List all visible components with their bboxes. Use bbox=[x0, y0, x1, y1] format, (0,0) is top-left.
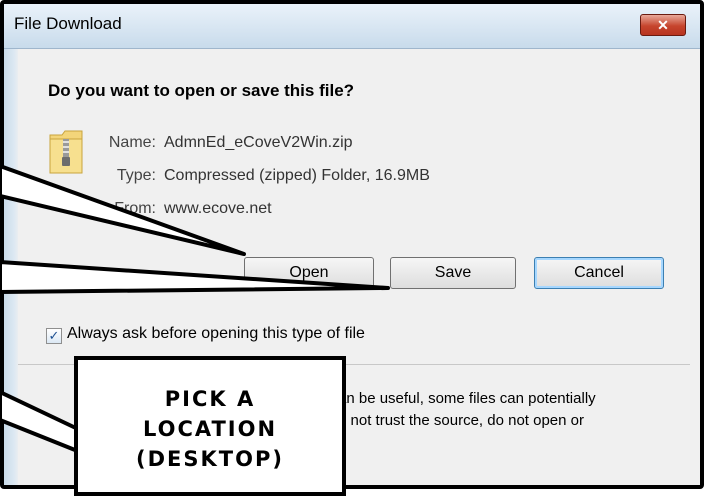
instruction-callout: PICK A LOCATION (DESKTOP) bbox=[74, 356, 346, 496]
callout-line-3: (DESKTOP) bbox=[136, 447, 284, 471]
callout-pointer-open bbox=[0, 164, 246, 256]
callout-pointer-save bbox=[0, 260, 390, 294]
callout-line-1: PICK A bbox=[164, 387, 256, 411]
callout-line-2: LOCATION bbox=[142, 417, 278, 441]
callout-pointer-location bbox=[0, 390, 82, 454]
